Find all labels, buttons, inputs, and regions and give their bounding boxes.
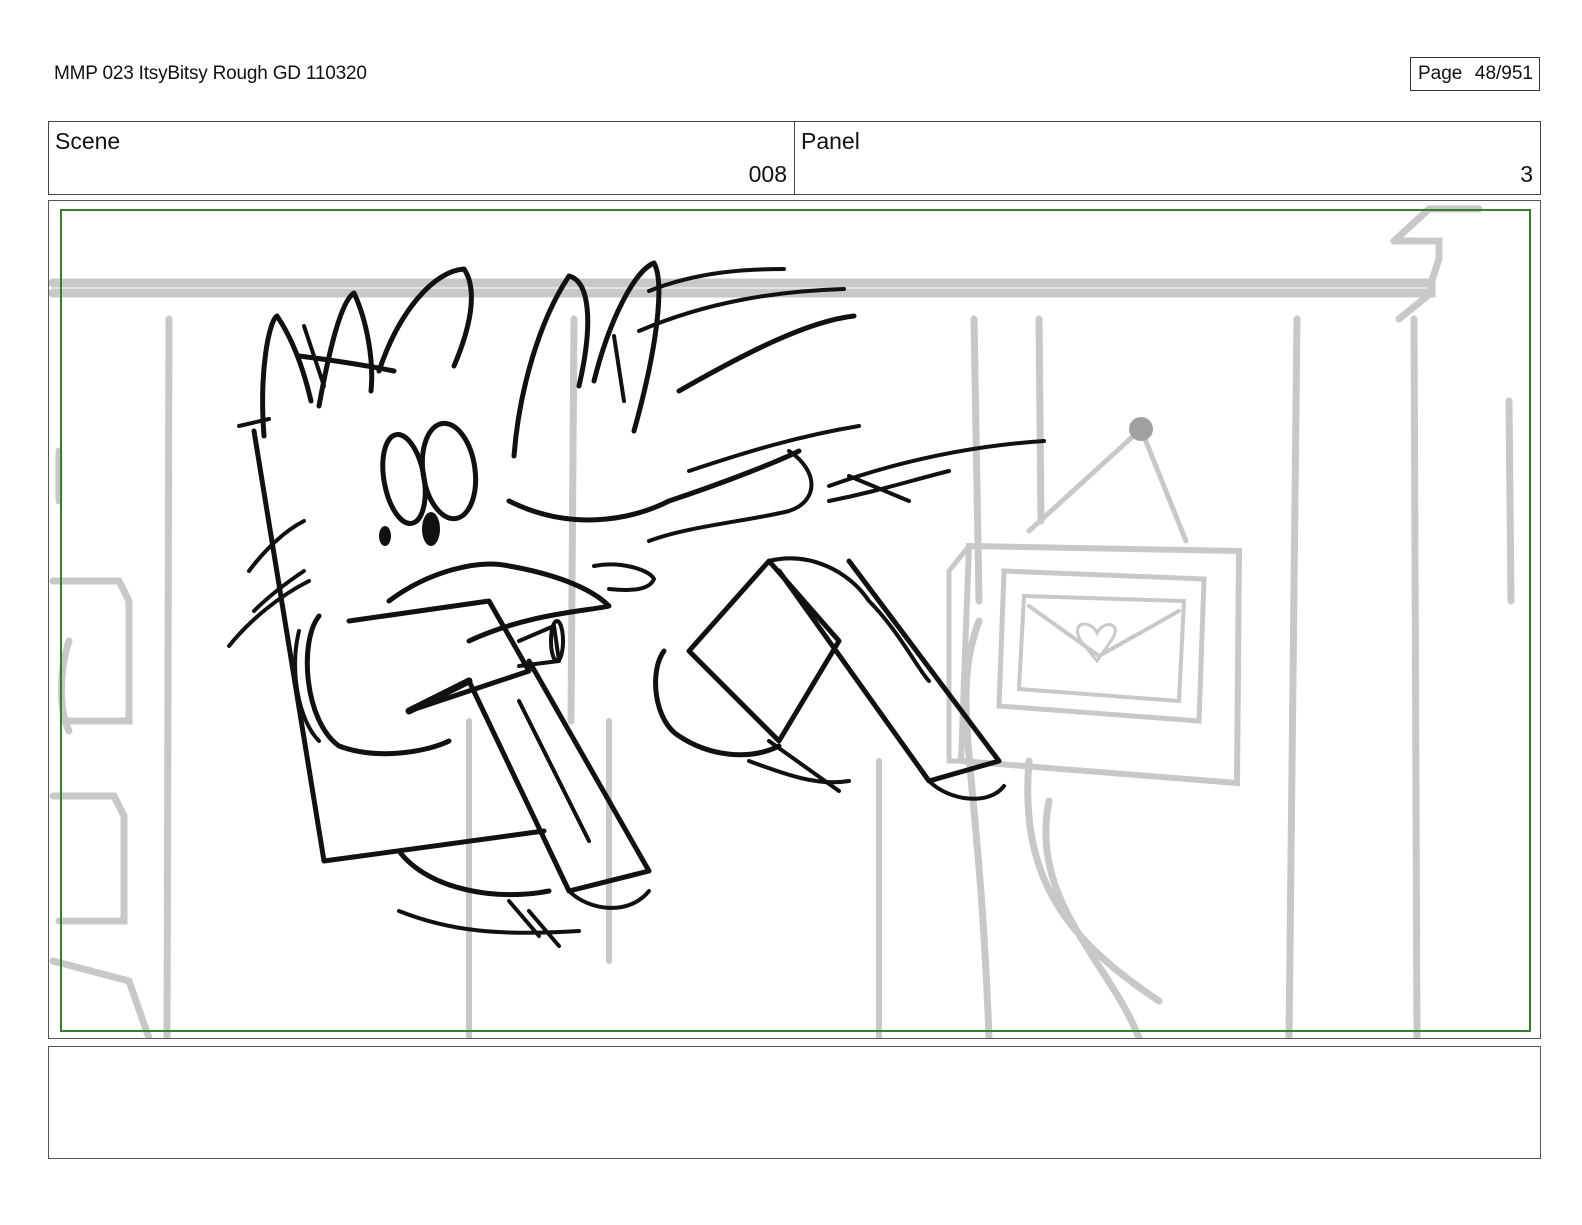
scene-cell: Scene 008 (49, 122, 794, 194)
panel-cell: Panel 3 (794, 122, 1540, 194)
storyboard-panel (48, 200, 1541, 1039)
page-counter: Page 48/951 (1410, 57, 1540, 91)
panel-value: 3 (1520, 161, 1533, 187)
storyboard-sketch (49, 205, 1515, 1038)
scene-label: Scene (55, 128, 121, 154)
page-number: 48/951 (1474, 63, 1533, 84)
panel-label: Panel (801, 128, 860, 154)
page-label: Page (1418, 63, 1463, 84)
document-title: MMP 023 ItsyBitsy Rough GD 110320 (54, 63, 367, 84)
scene-panel-header: Scene 008 Panel 3 (48, 121, 1541, 195)
scene-value: 008 (748, 161, 787, 187)
panel-notes-box (48, 1046, 1541, 1159)
character-sketch (227, 260, 1046, 948)
